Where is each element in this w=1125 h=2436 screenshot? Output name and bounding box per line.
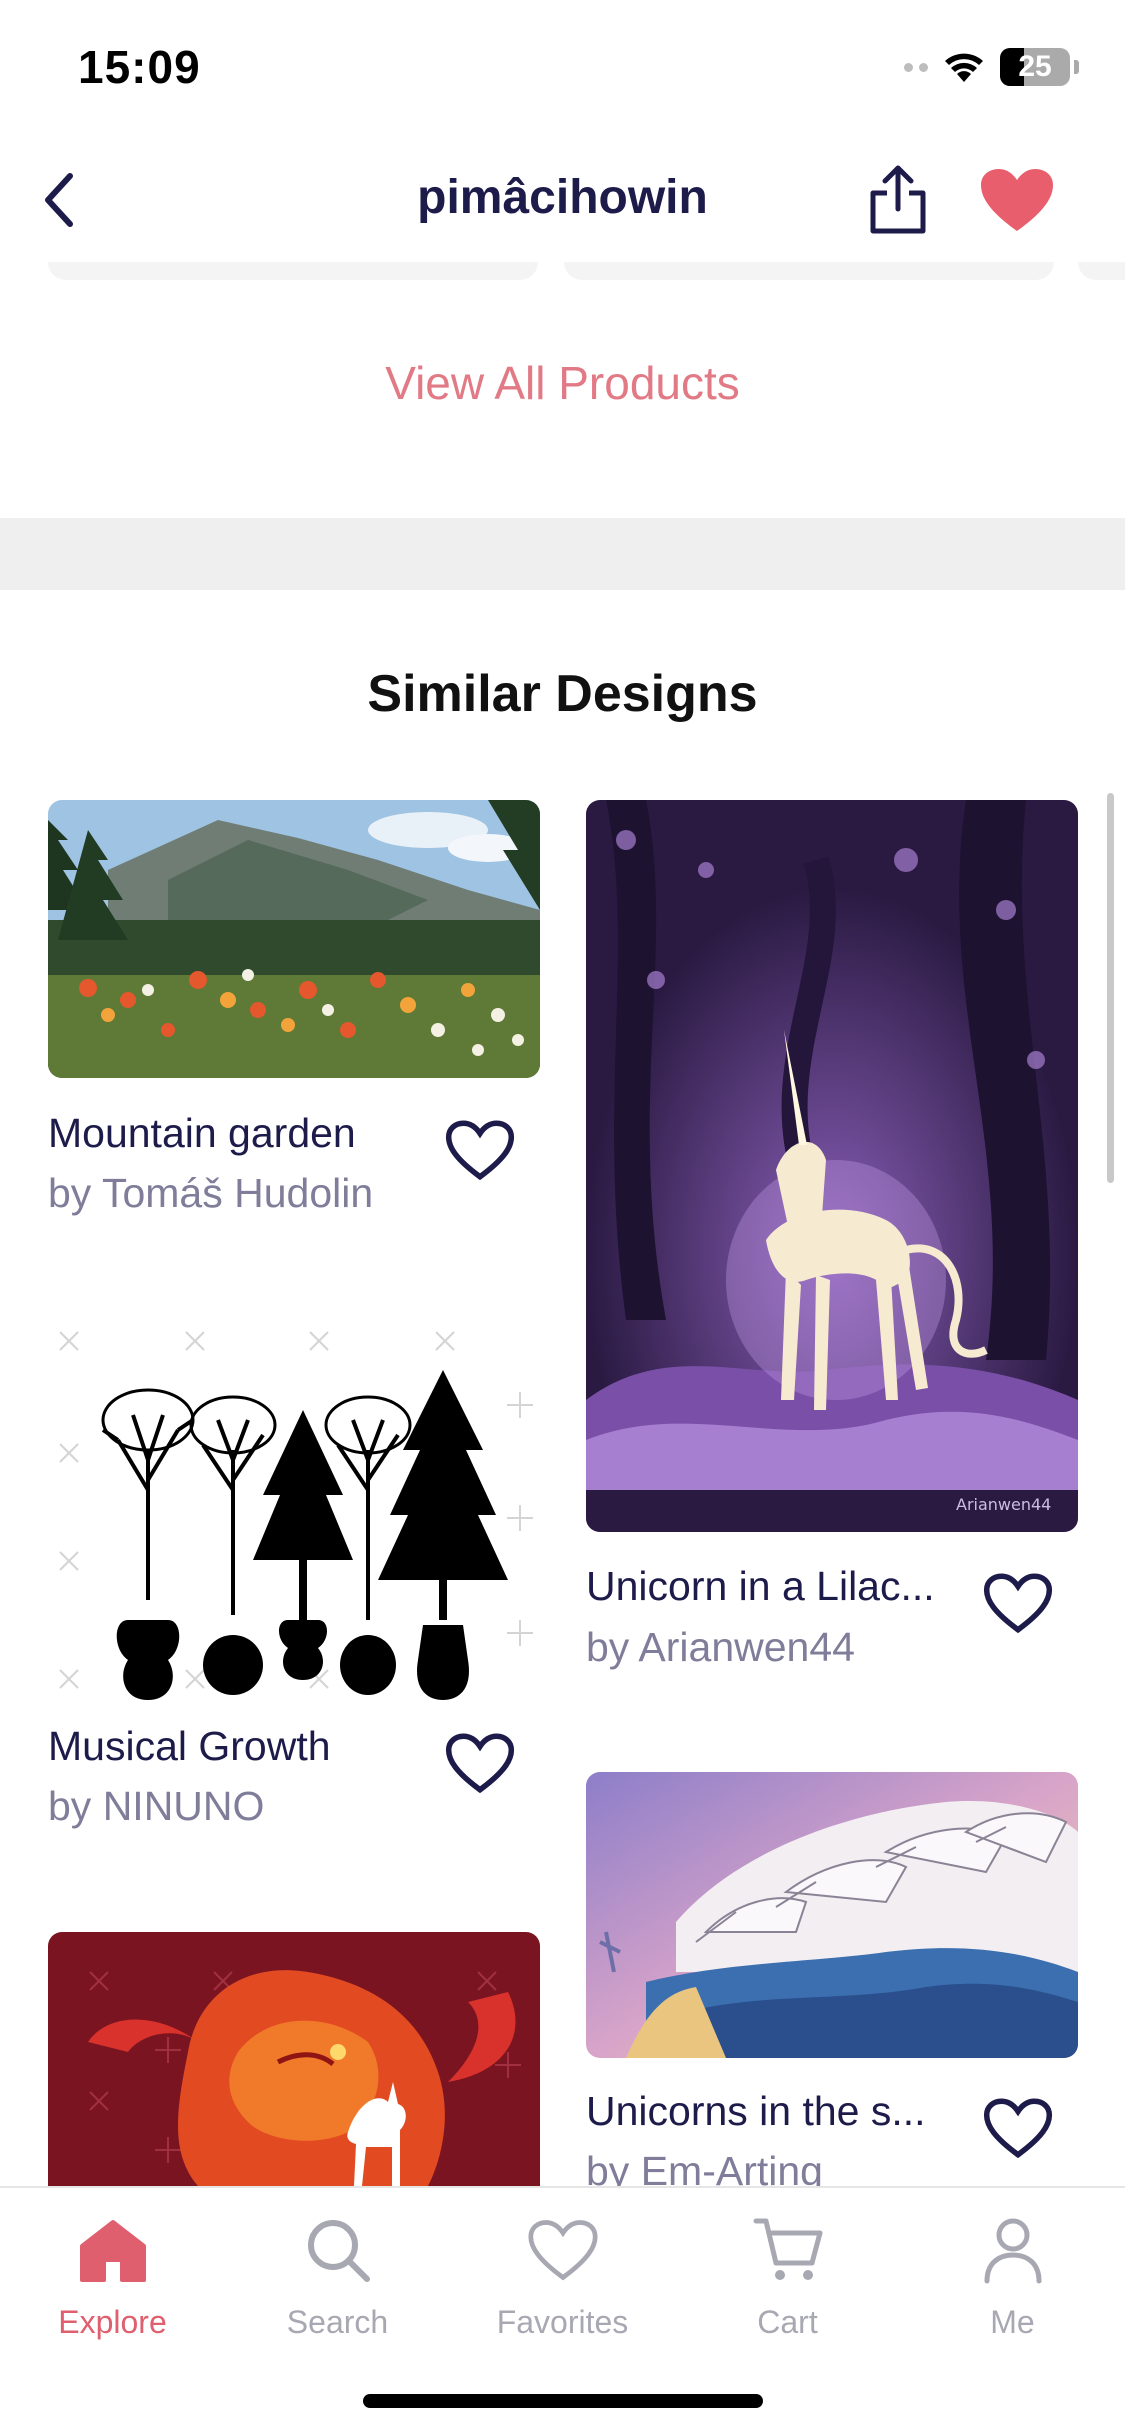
design-image-mountain-garden[interactable] [48,800,540,1078]
home-indicator[interactable] [363,2394,763,2408]
tab-cart[interactable]: Cart [675,2210,900,2360]
design-title[interactable]: Mountain garden [48,1110,356,1157]
heart-outline-icon [983,2098,1053,2159]
favorite-heart-button[interactable] [975,158,1059,242]
product-strip [0,262,1125,280]
tab-explore[interactable]: Explore [0,2210,225,2360]
design-artist[interactable]: by NINUNO [48,1783,264,1830]
heart-outline-icon [445,1120,515,1181]
favorite-button[interactable] [978,1563,1058,1643]
user-icon [973,2210,1053,2290]
tab-search[interactable]: Search [225,2210,450,2360]
heart-filled-icon [981,169,1053,231]
share-icon [870,165,926,234]
product-card[interactable] [48,262,538,280]
unicorns-sea-artwork [586,1772,1078,2058]
cart-icon [748,2210,828,2290]
favorite-button[interactable] [440,1723,520,1803]
battery-icon: 25 [1000,48,1070,86]
status-bar: 15:09 25 [0,0,1125,140]
design-title[interactable]: Unicorn in a Lilac... [586,1563,935,1610]
view-all-products-link[interactable]: View All Products [0,356,1125,410]
scrollbar[interactable] [1107,793,1114,1183]
artwork-signature: Arianwen44 [956,1495,1051,1514]
mountain-garden-artwork [48,800,540,1078]
search-icon [298,2210,378,2290]
section-title: Similar Designs [367,665,758,723]
tab-favorites[interactable]: Favorites [450,2210,675,2360]
tab-label: Me [990,2304,1035,2340]
battery-level: 25 [1018,50,1052,83]
page-title: pimâcihowin [417,171,708,224]
nav-bar: pimâcihowin [0,140,1125,270]
tab-label: Favorites [496,2304,629,2340]
heart-outline-icon [983,1573,1053,1634]
design-artist[interactable]: by Arianwen44 [586,1624,855,1671]
fire-bull-artwork [48,1932,540,2186]
design-image-fire-bull[interactable] [48,1932,540,2186]
tab-me[interactable]: Me [900,2210,1125,2360]
cellular-signal-icon [904,62,928,72]
design-image-unicorns-sea[interactable] [586,1772,1078,2058]
product-card[interactable] [1078,262,1125,280]
wifi-icon [945,53,983,82]
heart-outline-icon [445,1733,515,1794]
status-icons: 25 [904,48,1079,86]
heart-outline-icon [523,2210,603,2290]
design-image-unicorn-lilac[interactable]: Arianwen44 [586,800,1078,1532]
tab-label: Cart [757,2304,818,2340]
favorite-button[interactable] [978,2088,1058,2168]
design-title[interactable]: Musical Growth [48,1723,331,1770]
section-divider [0,518,1125,590]
tab-label: Search [286,2304,389,2340]
design-artist[interactable]: by Tomáš Hudolin [48,1170,373,1217]
design-title[interactable]: Unicorns in the s... [586,2088,926,2135]
unicorn-lilac-artwork: Arianwen44 [586,800,1078,1532]
favorite-button[interactable] [440,1110,520,1190]
share-button[interactable] [858,154,938,244]
tab-label: Explore [58,2304,167,2340]
design-image-musical-growth[interactable] [48,1320,540,1700]
status-time: 15:09 [78,41,201,93]
musical-growth-artwork [59,1331,533,1700]
home-icon [73,2210,153,2290]
product-card[interactable] [564,262,1054,280]
